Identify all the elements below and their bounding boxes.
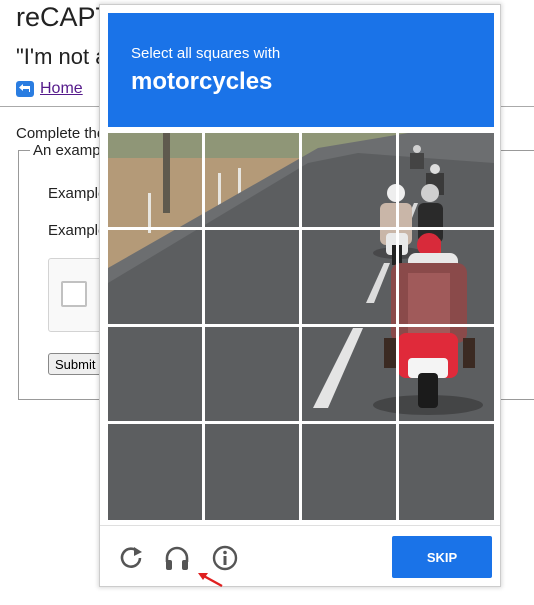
challenge-header: Select all squares with motorcycles xyxy=(108,13,494,127)
tile-4-1[interactable] xyxy=(108,426,202,521)
tile-2-3[interactable] xyxy=(303,231,397,326)
tile-2-4[interactable] xyxy=(400,231,494,326)
tile-1-2[interactable] xyxy=(205,133,299,228)
reload-icon[interactable] xyxy=(116,543,146,573)
annotation-arrow xyxy=(198,573,223,588)
tile-1-3[interactable] xyxy=(303,133,397,228)
tile-4-4[interactable] xyxy=(400,426,494,521)
tile-2-2[interactable] xyxy=(205,231,299,326)
example-label-2: Example xyxy=(48,222,107,239)
back-arrow-icon xyxy=(16,81,34,97)
tile-1-1[interactable] xyxy=(108,133,202,228)
tile-3-3[interactable] xyxy=(303,328,397,423)
tile-grid xyxy=(108,133,494,520)
tile-3-2[interactable] xyxy=(205,328,299,423)
tile-2-1[interactable] xyxy=(108,231,202,326)
headphones-icon[interactable] xyxy=(162,543,192,573)
challenge-instruction: Select all squares with xyxy=(131,45,281,62)
home-link-label: Home xyxy=(40,80,83,97)
info-icon[interactable] xyxy=(210,543,240,573)
tile-1-4[interactable] xyxy=(400,133,494,228)
skip-button[interactable]: SKIP xyxy=(392,536,492,578)
submit-button[interactable]: Submit xyxy=(48,353,103,375)
challenge-keyword: motorcycles xyxy=(131,68,273,95)
tile-4-2[interactable] xyxy=(205,426,299,521)
recaptcha-checkbox[interactable] xyxy=(61,281,87,307)
home-link[interactable]: Home xyxy=(16,80,83,98)
example-label-1: Example xyxy=(48,185,107,202)
footer-divider xyxy=(100,525,500,526)
captcha-challenge-popup: Select all squares with motorcycles SKIP xyxy=(99,4,501,587)
tile-4-3[interactable] xyxy=(303,426,397,521)
tile-3-4[interactable] xyxy=(400,328,494,423)
tile-3-1[interactable] xyxy=(108,328,202,423)
image-grid xyxy=(108,133,494,520)
